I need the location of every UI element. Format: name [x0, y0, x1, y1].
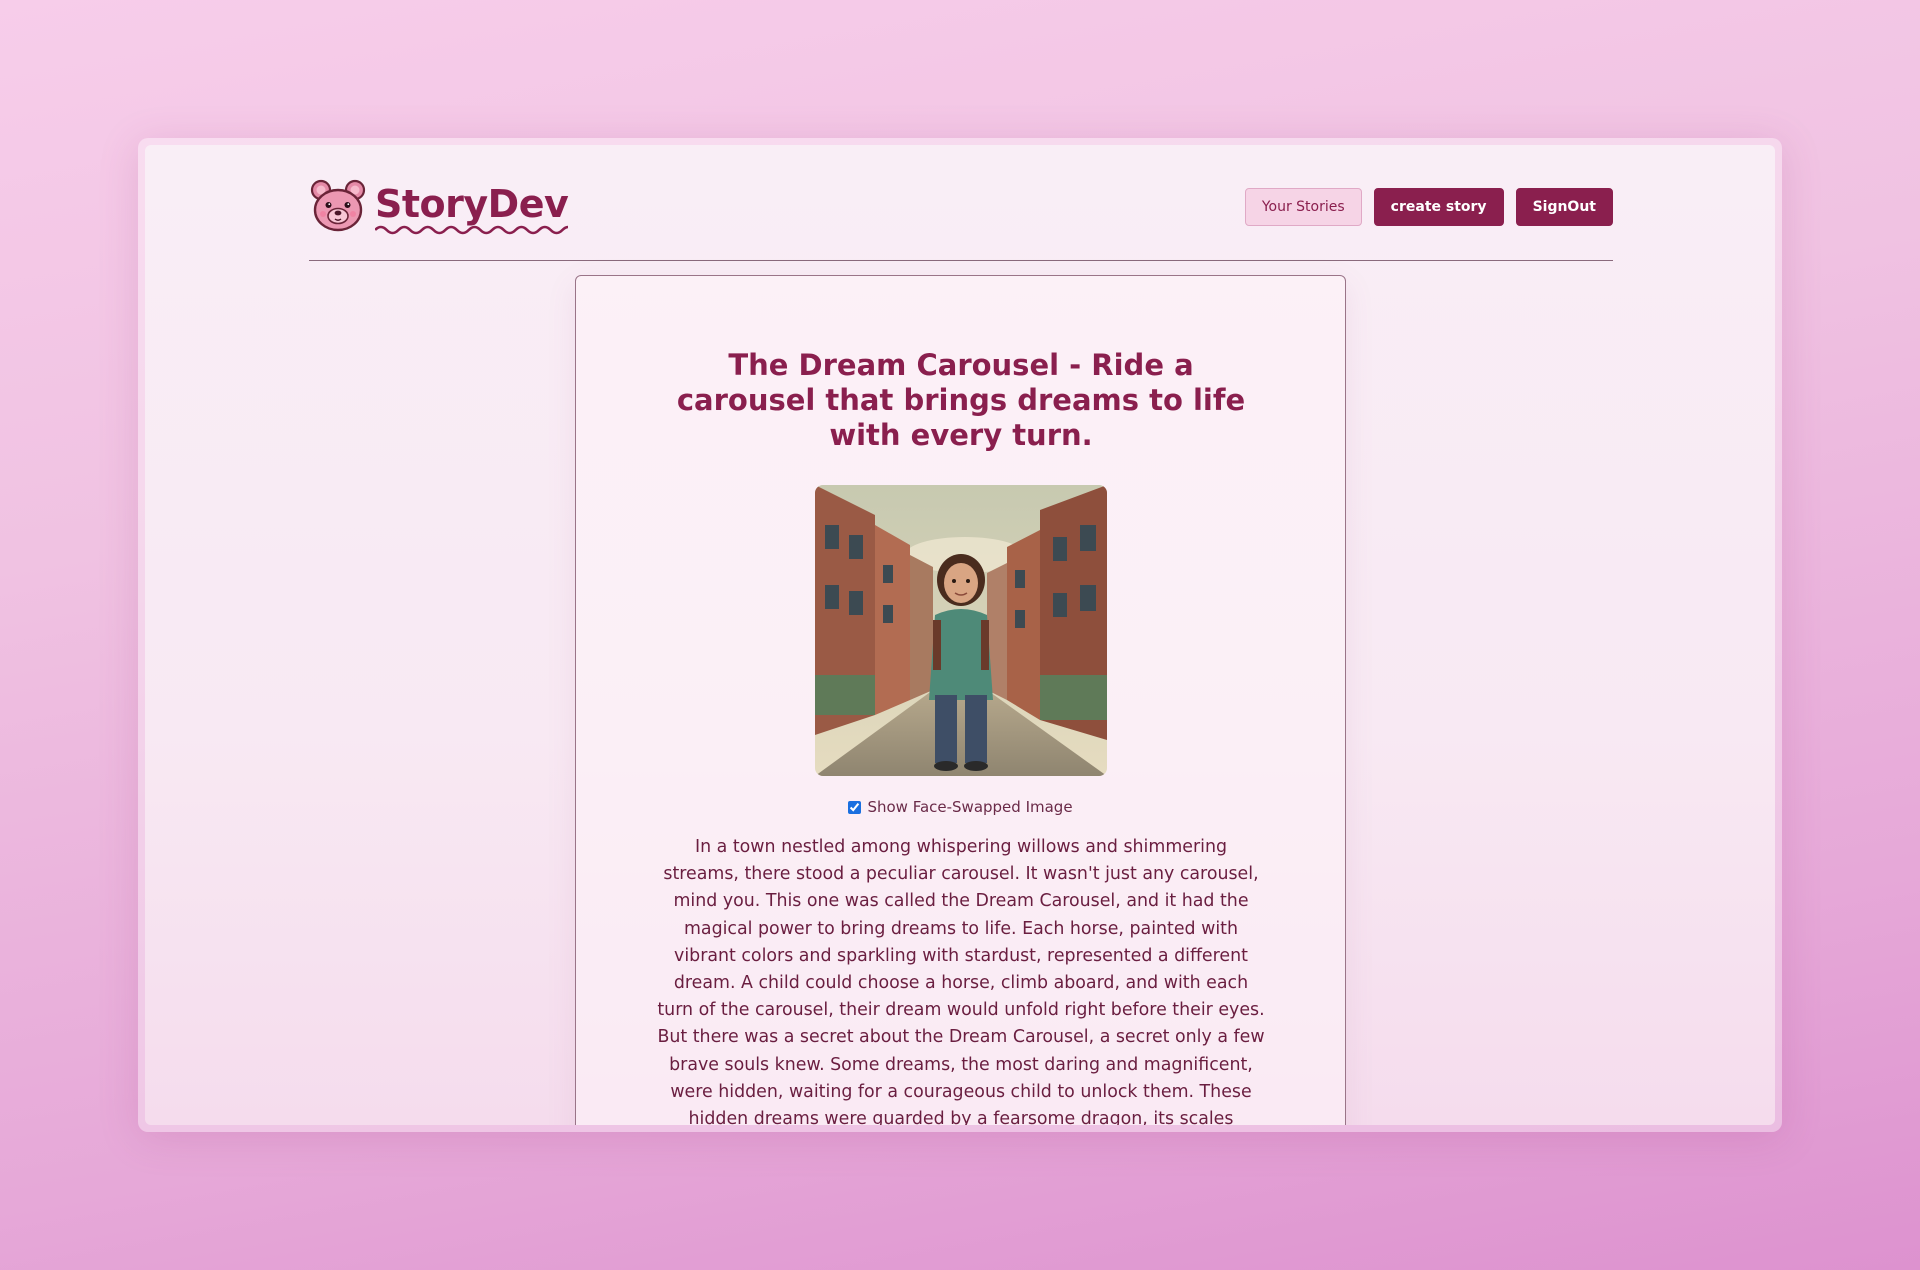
create-story-button[interactable]: create story: [1373, 187, 1504, 226]
teddy-bear-icon: [309, 178, 367, 236]
brand-name: StoryDev: [375, 182, 569, 234]
nav-actions: Your Stories create story SignOut: [1244, 187, 1613, 226]
sign-out-button[interactable]: SignOut: [1515, 187, 1613, 226]
story-body: In a town nestled among whispering willo…: [657, 837, 1265, 1125]
story-title: The Dream Carousel - Ride a carousel tha…: [676, 348, 1246, 452]
face-swap-label: Show Face-Swapped Image: [867, 798, 1073, 816]
brand[interactable]: StoryDev: [309, 178, 569, 236]
top-navbar: StoryDev Your Stories create story SignO…: [309, 169, 1613, 261]
story-card: The Dream Carousel - Ride a carousel tha…: [575, 275, 1346, 1125]
brand-underline-wave: [375, 225, 569, 234]
your-stories-button[interactable]: Your Stories: [1244, 187, 1362, 226]
app-viewport: StoryDev Your Stories create story SignO…: [145, 145, 1775, 1125]
story-illustration: [815, 485, 1107, 776]
face-swap-checkbox[interactable]: [848, 800, 862, 814]
browser-frame: StoryDev Your Stories create story SignO…: [138, 138, 1782, 1132]
face-swap-toggle[interactable]: Show Face-Swapped Image: [576, 798, 1345, 816]
